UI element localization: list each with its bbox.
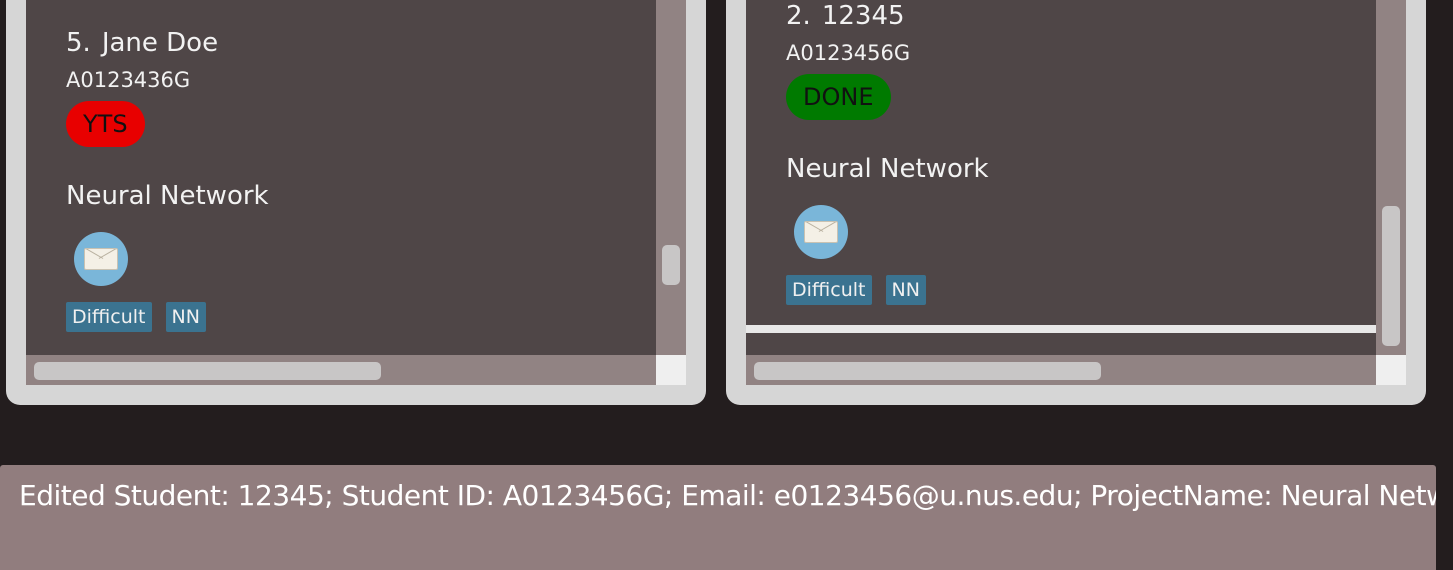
student-index: 2. [786,1,811,31]
list-viewport: 2. 12345 A0123456G DONE Neural Network Di… [746,0,1376,355]
email-icon[interactable] [794,205,848,259]
result-display[interactable]: Edited Student: 12345; Student ID: A0123… [0,465,1436,570]
tag-difficult: Difficult [786,275,872,305]
student-list-panel-right: 2. 12345 A0123456G DONE Neural Network Di… [726,0,1426,405]
scrollbar-corner [656,355,686,385]
status-badge: DONE [786,74,891,120]
horizontal-scrollbar[interactable] [26,355,656,385]
horizontal-scrollbar[interactable] [746,355,1376,385]
tag-list: Difficult NN [786,275,926,305]
student-id: A0123456G [786,41,911,65]
tag-nn: NN [165,302,206,332]
vertical-scrollbar[interactable] [656,0,686,355]
vertical-scroll-thumb[interactable] [1382,206,1400,346]
vertical-scrollbar[interactable] [1376,0,1406,355]
student-index: 5. [66,28,91,58]
student-id: A0123436G [66,68,191,92]
result-message: Edited Student: 12345; Student ID: A0123… [19,479,1436,512]
status-badge: YTS [66,101,145,147]
vertical-scroll-thumb[interactable] [662,245,680,285]
scrollbar-corner [1376,355,1406,385]
project-name: Neural Network [786,154,989,184]
horizontal-scroll-thumb[interactable] [34,362,381,380]
student-name-line: 5. Jane Doe [66,28,218,58]
project-name: Neural Network [66,181,269,211]
list-viewport: 5. Jane Doe A0123436G YTS Neural Network … [26,0,656,355]
horizontal-scroll-thumb[interactable] [754,362,1101,380]
list-bottom-separator [746,325,1376,333]
email-icon[interactable] [74,232,128,286]
student-name: 12345 [821,1,905,31]
tag-nn: NN [885,275,926,305]
tag-difficult: Difficult [66,302,152,332]
student-name-line: 2. 12345 [786,1,905,31]
student-name: Jane Doe [101,28,219,58]
tag-list: Difficult NN [66,302,206,332]
student-list-panel-left: 5. Jane Doe A0123436G YTS Neural Network … [6,0,706,405]
